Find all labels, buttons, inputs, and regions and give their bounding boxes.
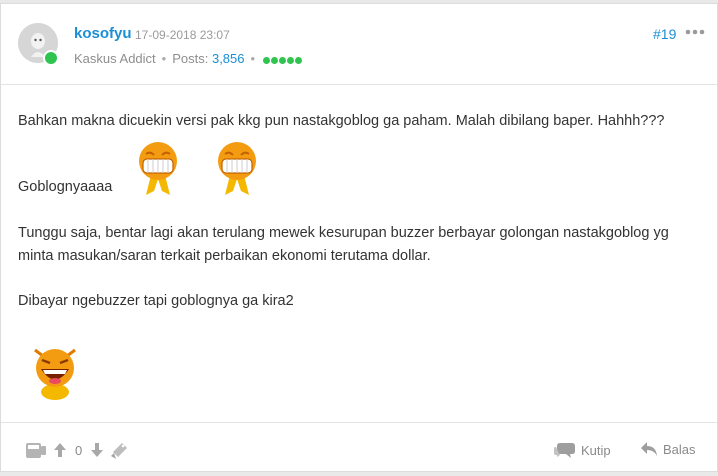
quote-chat-icon xyxy=(554,443,575,458)
posts-count[interactable]: 3,856 xyxy=(212,51,245,66)
cendol-give-icon[interactable] xyxy=(110,440,130,460)
reputation-dot xyxy=(263,57,271,65)
post-timestamp: 17-09-2018 23:07 xyxy=(135,28,230,42)
reputation-dot xyxy=(279,57,287,65)
quote-button[interactable]: Kutip xyxy=(554,441,611,459)
online-status-icon xyxy=(43,50,59,66)
post-paragraph: Dibayar ngebuzzer tapi goblognya ga kira… xyxy=(18,293,294,309)
post-card: kosofyu 17-09-2018 23:07 Kaskus Addict • P… xyxy=(0,3,718,472)
grinning-emoticon-icon xyxy=(139,142,177,195)
reply-label: Balas xyxy=(663,441,696,457)
thread-print-icon[interactable] xyxy=(25,440,47,460)
post-paragraph-line: Tunggu saja, bentar lagi akan terulang m… xyxy=(18,225,669,241)
separator-dot: • xyxy=(250,51,256,66)
reputation-dot xyxy=(271,57,279,65)
separator-dot: • xyxy=(161,51,167,66)
reply-arrow-icon xyxy=(641,442,657,456)
post-paragraph: Bahkan makna dicuekin versi pak kkg pun … xyxy=(18,113,665,129)
post-number-link[interactable]: #19 xyxy=(653,26,676,42)
quote-label: Kutip xyxy=(581,442,611,458)
upvote-arrow-icon[interactable] xyxy=(53,442,67,458)
downvote-arrow-icon[interactable] xyxy=(90,442,104,458)
laughing-emoticon-icon xyxy=(34,348,76,400)
footer-divider xyxy=(1,422,717,423)
reply-button[interactable]: Balas xyxy=(640,441,696,457)
grinning-emoticon-icon xyxy=(218,142,256,195)
post-paragraph-line: minta masukan/saran terkait perbaikan ek… xyxy=(18,248,431,264)
posts-label: Posts: xyxy=(172,51,209,66)
post-paragraph: Tunggu saja, bentar lagi akan terulang m… xyxy=(18,222,669,268)
reputation-indicator xyxy=(263,52,303,67)
username-link[interactable]: kosofyu xyxy=(74,25,132,42)
more-options-icon[interactable] xyxy=(685,26,705,38)
footer-vote-bar: 0 xyxy=(25,438,130,462)
reputation-dot xyxy=(295,57,303,65)
user-meta: Kaskus Addict • Posts: 3,856 • xyxy=(74,51,303,67)
user-rank: Kaskus Addict xyxy=(74,51,156,66)
vote-count: 0 xyxy=(75,442,83,458)
header-divider xyxy=(1,84,717,85)
post-paragraph: Goblognyaaaa xyxy=(18,179,113,195)
reputation-dot xyxy=(287,57,295,65)
